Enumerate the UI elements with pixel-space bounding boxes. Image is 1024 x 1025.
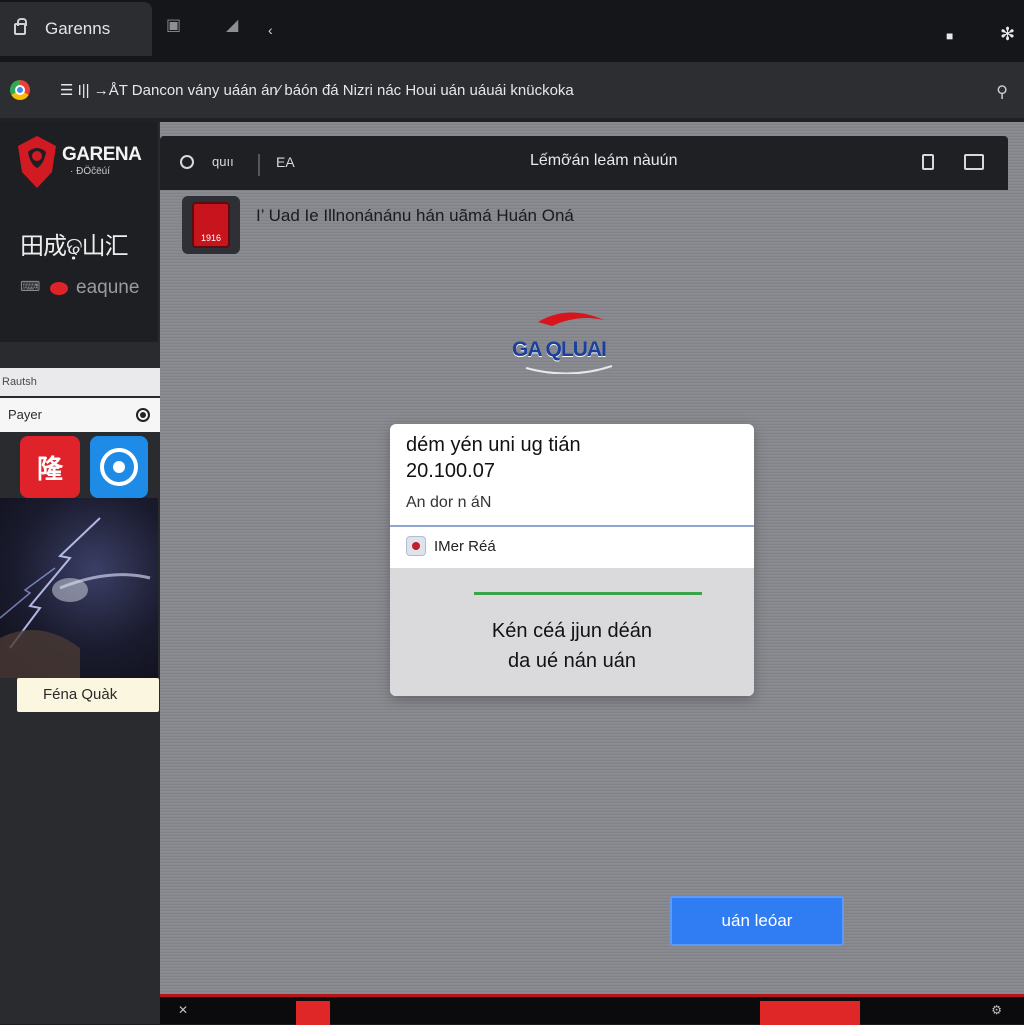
tab-title: Garenns — [45, 19, 111, 38]
header-ea-label[interactable]: EA — [276, 154, 295, 170]
garena-logo-icon — [18, 136, 56, 188]
tab-group-icon[interactable]: ▣ — [166, 18, 181, 34]
app-icon-label: 1916 — [200, 233, 222, 243]
app-tile-label: 隆 — [36, 454, 63, 485]
brand-name: GARENA — [62, 144, 142, 165]
profile-icon[interactable]: ✻ — [1000, 25, 1015, 43]
settings-icon[interactable]: ⚙ — [991, 1003, 1002, 1017]
header-left-label: quıı — [212, 154, 234, 169]
game-art-image — [0, 498, 158, 678]
primary-button[interactable]: uán leóar — [670, 896, 844, 946]
external-icon[interactable] — [922, 154, 934, 170]
sidebar-search[interactable]: Rautsh — [0, 368, 160, 396]
app-icon: 1916 — [182, 196, 240, 254]
sidebar-title: 田成ଢ଼山汇 — [20, 232, 129, 260]
status-dot — [50, 282, 68, 295]
account-row[interactable]: IMer Réá — [406, 536, 496, 556]
divider — [258, 154, 260, 176]
close-icon[interactable]: ✕ — [178, 1003, 188, 1017]
window-minimize-icon[interactable]: ■ — [946, 28, 953, 44]
sidebar-item-player[interactable]: Payer — [0, 398, 160, 432]
notice: 1916 I’ Uad Ie Illnonánánu hán uãmá Huán… — [182, 196, 574, 254]
account-name: IMer Réá — [434, 537, 496, 555]
target-icon[interactable] — [136, 408, 150, 422]
dialog-status: Kén céá jjun déán da ué nán uán — [390, 568, 754, 696]
bottom-bar: ✕ ⚙ — [160, 994, 1024, 1025]
sidebar-item-label: Payer — [8, 407, 42, 422]
dialog-value: 20.100.07 — [406, 460, 495, 482]
bottom-highlight — [760, 1001, 860, 1025]
avatar — [406, 536, 426, 556]
dialog-subtitle: An dor n áN — [406, 494, 492, 511]
chrome-icon — [10, 80, 30, 100]
main-content: quıı EA Lếmỡán leám nàuún 1916 I’ Uad Ie… — [160, 122, 1024, 994]
brand-block: GARENA · ÐÖĉёúí 田成ଢ଼山汇 ⌨ eaqune — [0, 122, 158, 342]
sidebar: GARENA · ÐÖĉёúí 田成ଢ଼山汇 ⌨ eaqune Rautsh Pa… — [0, 122, 160, 1024]
screen-icon[interactable] — [964, 154, 984, 170]
ring-icon — [100, 448, 138, 486]
game-label[interactable]: eaqune — [76, 277, 139, 299]
tab-close-icon[interactable]: ‹ — [268, 22, 273, 38]
dialog-message-line2: da ué nán uán — [508, 650, 636, 672]
bottom-highlight — [296, 1001, 330, 1025]
page-title: Lếmỡán leám nàuún — [530, 152, 678, 169]
center-logo: GA QLUAI — [508, 302, 632, 374]
search-icon[interactable]: ⚲ — [996, 82, 1008, 102]
title-bar: Garenns ▣ ◢ ‹ ■ ✻ — [0, 0, 1024, 62]
sidebar-tag[interactable]: Féna Quàk — [17, 678, 159, 712]
main-header: quıı EA Lếmỡán leám nàuún — [160, 136, 1008, 190]
dialog-title: dém yén uni ug tián — [406, 434, 581, 456]
app-tile-red[interactable]: 隆 — [20, 436, 80, 498]
notice-text: I’ Uad Ie Illnonánánu hán uãmá Huán Oná — [256, 206, 574, 225]
brand-subtitle: · ÐÖĉёúí — [70, 166, 111, 177]
chat-icon[interactable]: ⌨ — [20, 278, 40, 295]
url-input[interactable]: ☰ I|| →ÅT Dancon vány uáán án⁄ báón đá N… — [60, 81, 574, 99]
browser-tab-active[interactable]: Garenns — [0, 2, 152, 56]
progress-bar — [474, 592, 702, 595]
header-left[interactable]: quıı — [180, 154, 234, 169]
divider — [390, 525, 754, 527]
lock-icon — [14, 18, 27, 35]
address-bar: ☰ I|| →ÅT Dancon vány uáán án⁄ báón đá N… — [0, 62, 1024, 118]
dialog-message-line1: Kén céá jjun déán — [491, 620, 653, 642]
center-logo-text: GA QLUAI — [512, 338, 607, 361]
tab-shape-icon[interactable]: ◢ — [226, 18, 238, 34]
app-tile-blue[interactable] — [90, 436, 148, 498]
progress-fill — [474, 592, 702, 595]
circle-icon — [180, 154, 194, 169]
info-dialog: dém yén uni ug tián 20.100.07 An dor n á… — [390, 424, 754, 696]
